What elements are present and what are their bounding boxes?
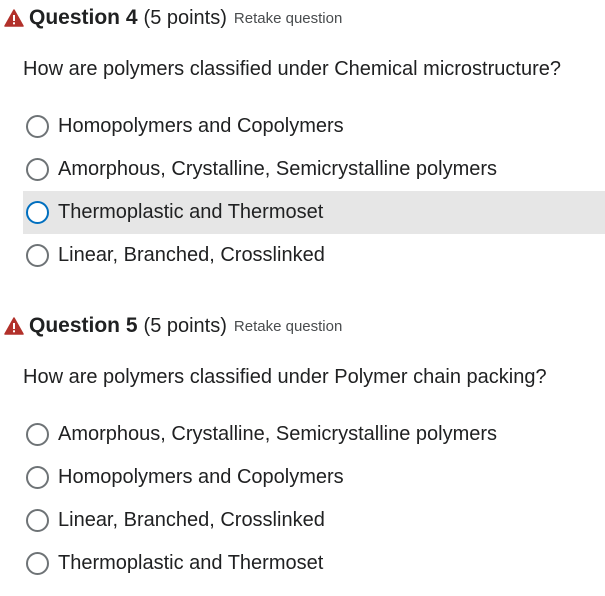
- answer-option-label: Thermoplastic and Thermoset: [58, 552, 324, 574]
- answer-options: Amorphous, Crystalline, Semicrystalline …: [23, 413, 605, 585]
- retake-question-link[interactable]: Retake question: [234, 10, 342, 27]
- question-points: (5 points): [143, 6, 227, 29]
- radio-button[interactable]: [26, 201, 49, 224]
- answer-option-label: Linear, Branched, Crosslinked: [58, 244, 325, 266]
- question-points: (5 points): [143, 314, 227, 337]
- answer-option[interactable]: Thermoplastic and Thermoset: [23, 191, 605, 234]
- answer-option[interactable]: Linear, Branched, Crosslinked: [23, 499, 605, 542]
- warning-triangle-icon: [4, 317, 24, 335]
- radio-button[interactable]: [26, 158, 49, 181]
- question-text: How are polymers classified under Polyme…: [23, 366, 547, 388]
- answer-option[interactable]: Thermoplastic and Thermoset: [23, 542, 605, 585]
- answer-option-label: Thermoplastic and Thermoset: [58, 201, 324, 223]
- radio-button[interactable]: [26, 115, 49, 138]
- answer-option[interactable]: Homopolymers and Copolymers: [23, 105, 605, 148]
- answer-option-label: Amorphous, Crystalline, Semicrystalline …: [58, 158, 498, 180]
- question-header: Question 4 (5 points) Retake question: [4, 3, 342, 33]
- answer-option-label: Amorphous, Crystalline, Semicrystalline …: [58, 423, 498, 445]
- radio-button[interactable]: [26, 466, 49, 489]
- answer-option[interactable]: Amorphous, Crystalline, Semicrystalline …: [23, 413, 605, 456]
- answer-option-label: Linear, Branched, Crosslinked: [58, 509, 325, 531]
- answer-options: Homopolymers and Copolymers Amorphous, C…: [23, 105, 605, 277]
- radio-button[interactable]: [26, 509, 49, 532]
- question-title: Question 5: [29, 314, 138, 337]
- answer-option-label: Homopolymers and Copolymers: [58, 115, 344, 137]
- answer-option[interactable]: Amorphous, Crystalline, Semicrystalline …: [23, 148, 605, 191]
- warning-triangle-icon: [4, 9, 24, 27]
- question-text: How are polymers classified under Chemic…: [23, 58, 561, 80]
- radio-button[interactable]: [26, 552, 49, 575]
- question-header: Question 5 (5 points) Retake question: [4, 311, 342, 341]
- radio-button[interactable]: [26, 423, 49, 446]
- answer-option[interactable]: Homopolymers and Copolymers: [23, 456, 605, 499]
- answer-option-label: Homopolymers and Copolymers: [58, 466, 344, 488]
- answer-option[interactable]: Linear, Branched, Crosslinked: [23, 234, 605, 277]
- retake-question-link[interactable]: Retake question: [234, 318, 342, 335]
- question-title: Question 4: [29, 6, 138, 29]
- radio-button[interactable]: [26, 244, 49, 267]
